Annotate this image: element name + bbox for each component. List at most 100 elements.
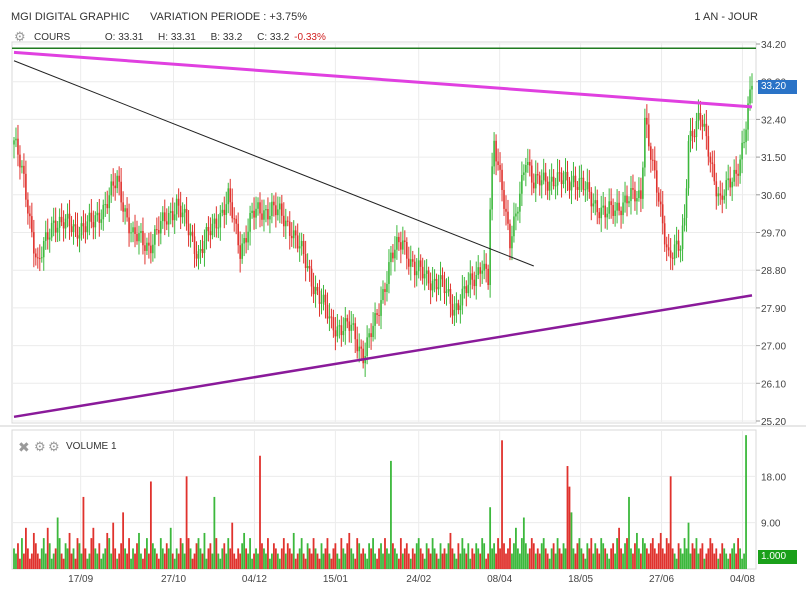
volume-bar (310, 553, 313, 569)
volume-bar (703, 558, 706, 569)
volume-bar (229, 548, 232, 569)
volume-bar (399, 538, 402, 569)
candle-body (626, 195, 628, 204)
volume-bar (380, 543, 382, 569)
candle-body (544, 172, 547, 182)
candle-body (269, 215, 271, 220)
volume-bar (441, 553, 444, 569)
volume-bar (26, 548, 29, 569)
volume-bar (681, 553, 684, 569)
volume-bar (717, 558, 720, 569)
volume-bar (336, 553, 339, 569)
volume-bar (118, 553, 121, 569)
volume-bar (741, 558, 743, 569)
candle-body (261, 213, 263, 220)
candle-body (330, 316, 333, 318)
volume-bar (667, 543, 670, 569)
volume-bar (550, 548, 553, 569)
candle-body (600, 207, 603, 219)
candle-body (356, 339, 359, 352)
candle-body (25, 173, 27, 200)
candle-body (525, 165, 527, 173)
candle-body (175, 198, 178, 215)
candle-body (376, 313, 378, 315)
volume-bar (737, 538, 740, 569)
volume-bar (282, 538, 285, 569)
volume-bar (641, 538, 644, 569)
volume-bar (433, 548, 436, 569)
candle-body (328, 316, 331, 319)
candle-body (515, 213, 517, 217)
candle-body (745, 129, 747, 143)
candle-body (491, 166, 493, 210)
candle-body (354, 323, 357, 340)
candle-body (471, 273, 474, 280)
volume-bar (253, 553, 255, 569)
candle-body (96, 212, 99, 216)
last-price-badge: 33.20 (758, 80, 797, 94)
candle-body (183, 208, 186, 213)
candle-body (35, 253, 37, 258)
candle-body (217, 227, 220, 229)
volume-bar (384, 538, 386, 569)
volume-bar (542, 538, 545, 569)
candle-body (94, 215, 97, 228)
volume-bar (463, 548, 466, 569)
volume-bar (735, 553, 738, 569)
candle-body (213, 218, 216, 224)
volume-bar (183, 553, 186, 569)
candle-body (161, 212, 164, 222)
volume-bar (520, 538, 523, 569)
volume-bar (171, 553, 174, 569)
volume-bar (471, 548, 474, 569)
candle-body (441, 275, 444, 280)
volume-bar (124, 548, 126, 569)
volume-bar (461, 538, 464, 569)
volume-bar (284, 553, 287, 569)
candle-body (473, 279, 476, 287)
price-tick-label: 30.60 (761, 191, 786, 202)
candle-body (743, 142, 745, 144)
volume-bar (292, 532, 295, 569)
volume-bar (354, 558, 357, 569)
volume-bar (683, 538, 686, 569)
volume-bar (112, 522, 115, 569)
candle-body (50, 222, 53, 238)
volume-bar (697, 553, 700, 569)
volume-bar (598, 553, 601, 569)
volume-bar (225, 553, 228, 569)
candle-body (681, 225, 684, 250)
price-volume-chart[interactable]: 34.2033.3032.4031.5030.6029.7028.8027.90… (0, 0, 806, 592)
volume-bar (584, 558, 587, 569)
volume-bar (346, 543, 349, 569)
candle-body (562, 180, 565, 185)
candle-body (477, 267, 480, 276)
volume-bar (278, 558, 281, 569)
candle-body (253, 210, 255, 218)
volume-bar (552, 543, 555, 569)
candle-body (92, 222, 95, 228)
volume-bar (272, 543, 275, 569)
candle-body (241, 243, 243, 259)
volume-bar (372, 538, 374, 569)
volume-bar (165, 543, 168, 569)
volume-bar (364, 553, 367, 569)
volume-bar (219, 558, 222, 569)
candle-body (580, 177, 583, 179)
volume-bar (197, 538, 200, 569)
candle-body (592, 203, 595, 207)
candle-body (370, 333, 372, 338)
volume-bar (294, 558, 297, 569)
candle-body (711, 162, 714, 165)
last-volume-badge: 1.000 (758, 550, 797, 564)
candle-body (566, 171, 569, 181)
volume-bar (60, 553, 63, 569)
candle-body (201, 248, 204, 254)
price-tick-label: 28.80 (761, 266, 786, 277)
candle-body (189, 231, 192, 236)
volume-bar (661, 548, 664, 569)
volume-bar (122, 512, 125, 569)
candle-body (122, 202, 124, 212)
candle-body (646, 117, 648, 125)
candle-body (751, 85, 753, 90)
